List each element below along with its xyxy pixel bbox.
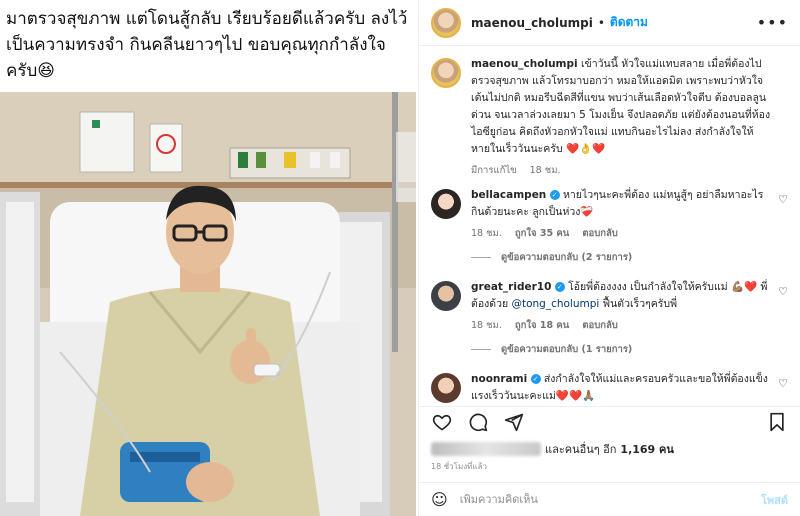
verified-badge-icon: ✓ — [554, 282, 565, 292]
caption-avatar[interactable] — [431, 58, 461, 88]
post-timestamp: 18 ชั่วโมงที่แล้ว — [431, 462, 487, 471]
comment-time[interactable]: 18 ชม. — [471, 228, 502, 239]
view-replies-button[interactable]: ดูข้อความตอบกลับ (2 รายการ) — [471, 250, 788, 265]
mention-link[interactable]: @tong_cholumpi — [511, 298, 599, 310]
likes-and-others: และคนอื่นๆ อีก — [545, 443, 617, 456]
comment-input[interactable] — [459, 493, 761, 506]
hospital-bed-photo — [0, 92, 416, 516]
verified-badge-icon: ✓ — [549, 190, 560, 200]
comment-meta: 18 ชม. ถูกใจ 18 คน ตอบกลับ — [471, 317, 771, 334]
comment-emoji: ❤️‍🩹 — [580, 206, 594, 218]
share-icon[interactable] — [503, 411, 525, 433]
comment-item: bellacampen ✓ หายไวๆนะคะพี่ต้อง แม่หนูสู… — [431, 187, 788, 242]
likes-count[interactable]: 1,169 คน — [620, 440, 674, 458]
comment-time[interactable]: 18 ชม. — [471, 320, 502, 331]
replies-line — [471, 349, 491, 350]
comment-like-heart-icon[interactable]: ♡ — [778, 193, 788, 206]
caption-meta: มีการแก้ไข 18 ชม. — [471, 162, 771, 179]
heart-icon[interactable] — [431, 411, 453, 433]
post-comment-button[interactable]: โพสต์ — [761, 491, 788, 509]
comment-emoji: 💪🏽❤️ — [731, 281, 758, 293]
comments-list[interactable]: maenou_cholumpi เข้าวันนี้ หัวใจแม่แทบสล… — [419, 46, 800, 406]
add-comment-bar: ☺ โพสต์ — [419, 482, 800, 516]
separator-dot: • — [597, 15, 605, 30]
follow-button[interactable]: ติดตาม — [610, 13, 648, 32]
author-avatar[interactable] — [431, 7, 461, 38]
commenter-username[interactable]: bellacampen — [471, 189, 546, 201]
bookmark-icon[interactable] — [766, 411, 788, 433]
comment-icon[interactable] — [467, 411, 489, 433]
comment-item: great_rider10 ✓ โอ้ยพี่ต้องงงง เป็นกำลัง… — [431, 279, 788, 334]
comment-meta: 18 ชม. ถูกใจ 35 คน ตอบกลับ — [471, 225, 771, 242]
post-headline: มาตรวจสุขภาพ แต่โดนสู้กลับ เรียบร้อยดีแล… — [6, 9, 408, 81]
view-replies-label: ดูข้อความตอบกลับ (1 รายการ) — [501, 344, 633, 355]
liked-by-names-blurred — [431, 442, 541, 456]
emoji-picker-icon[interactable]: ☺ — [431, 490, 448, 509]
reply-button[interactable]: ตอบกลับ — [582, 320, 618, 331]
more-options-icon[interactable]: ••• — [757, 13, 788, 32]
comment-emoji: ❤️❤️🙏🏽 — [555, 390, 596, 402]
commenter-avatar[interactable] — [431, 281, 461, 311]
commenter-username[interactable]: noonrami — [471, 373, 527, 385]
replies-line — [471, 257, 491, 258]
likes-summary[interactable]: และคนอื่นๆ อีก 1,169 คน — [431, 440, 788, 458]
caption-text: เข้าวันนี้ หัวใจแม่แทบสลาย เมื่อพี่ต้องไ… — [471, 58, 771, 155]
comment-likes[interactable]: ถูกใจ 18 คน — [515, 320, 569, 331]
caption: maenou_cholumpi เข้าวันนี้ หัวใจแม่แทบสล… — [431, 56, 788, 179]
comment-text: โอ้ยพี่ต้องงงง เป็นกำลังใจให้ครับแม่ — [568, 281, 731, 293]
verified-badge-icon: ✓ — [530, 374, 541, 384]
comment-like-heart-icon[interactable]: ♡ — [778, 377, 788, 390]
post-actions-bar — [419, 406, 800, 436]
post-media-panel: มาตรวจสุขภาพ แต่โดนสู้กลับ เรียบร้อยดีแล… — [0, 0, 416, 516]
post-details-panel: maenou_cholumpi • ติดตาม ••• maenou_chol… — [418, 0, 800, 516]
post-photo[interactable] — [0, 92, 416, 516]
view-replies-label: ดูข้อความตอบกลับ (2 รายการ) — [501, 252, 633, 263]
author-username[interactable]: maenou_cholumpi — [471, 16, 593, 30]
view-replies-button[interactable]: ดูข้อความตอบกลับ (1 รายการ) — [471, 342, 788, 357]
comment-like-heart-icon[interactable]: ♡ — [778, 285, 788, 298]
caption-username[interactable]: maenou_cholumpi — [471, 58, 578, 70]
commenter-username[interactable]: great_rider10 — [471, 281, 551, 293]
comment-likes[interactable]: ถูกใจ 35 คน — [515, 228, 569, 239]
caption-emojis: ❤️👌❤️ — [565, 143, 606, 155]
commenter-avatar[interactable] — [431, 189, 461, 219]
post-header: maenou_cholumpi • ติดตาม ••• — [419, 0, 800, 46]
edited-label: มีการแก้ไข — [471, 165, 517, 176]
comment-item: noonrami ✓ ส่งกำลังใจให้แม่และครอบครัวแล… — [431, 371, 788, 405]
commenter-avatar[interactable] — [431, 373, 461, 403]
reply-button[interactable]: ตอบกลับ — [582, 228, 618, 239]
caption-time[interactable]: 18 ชม. — [530, 165, 561, 176]
comment-text-end: ฟื้นตัวเร็วๆครับพี่ — [599, 298, 678, 310]
